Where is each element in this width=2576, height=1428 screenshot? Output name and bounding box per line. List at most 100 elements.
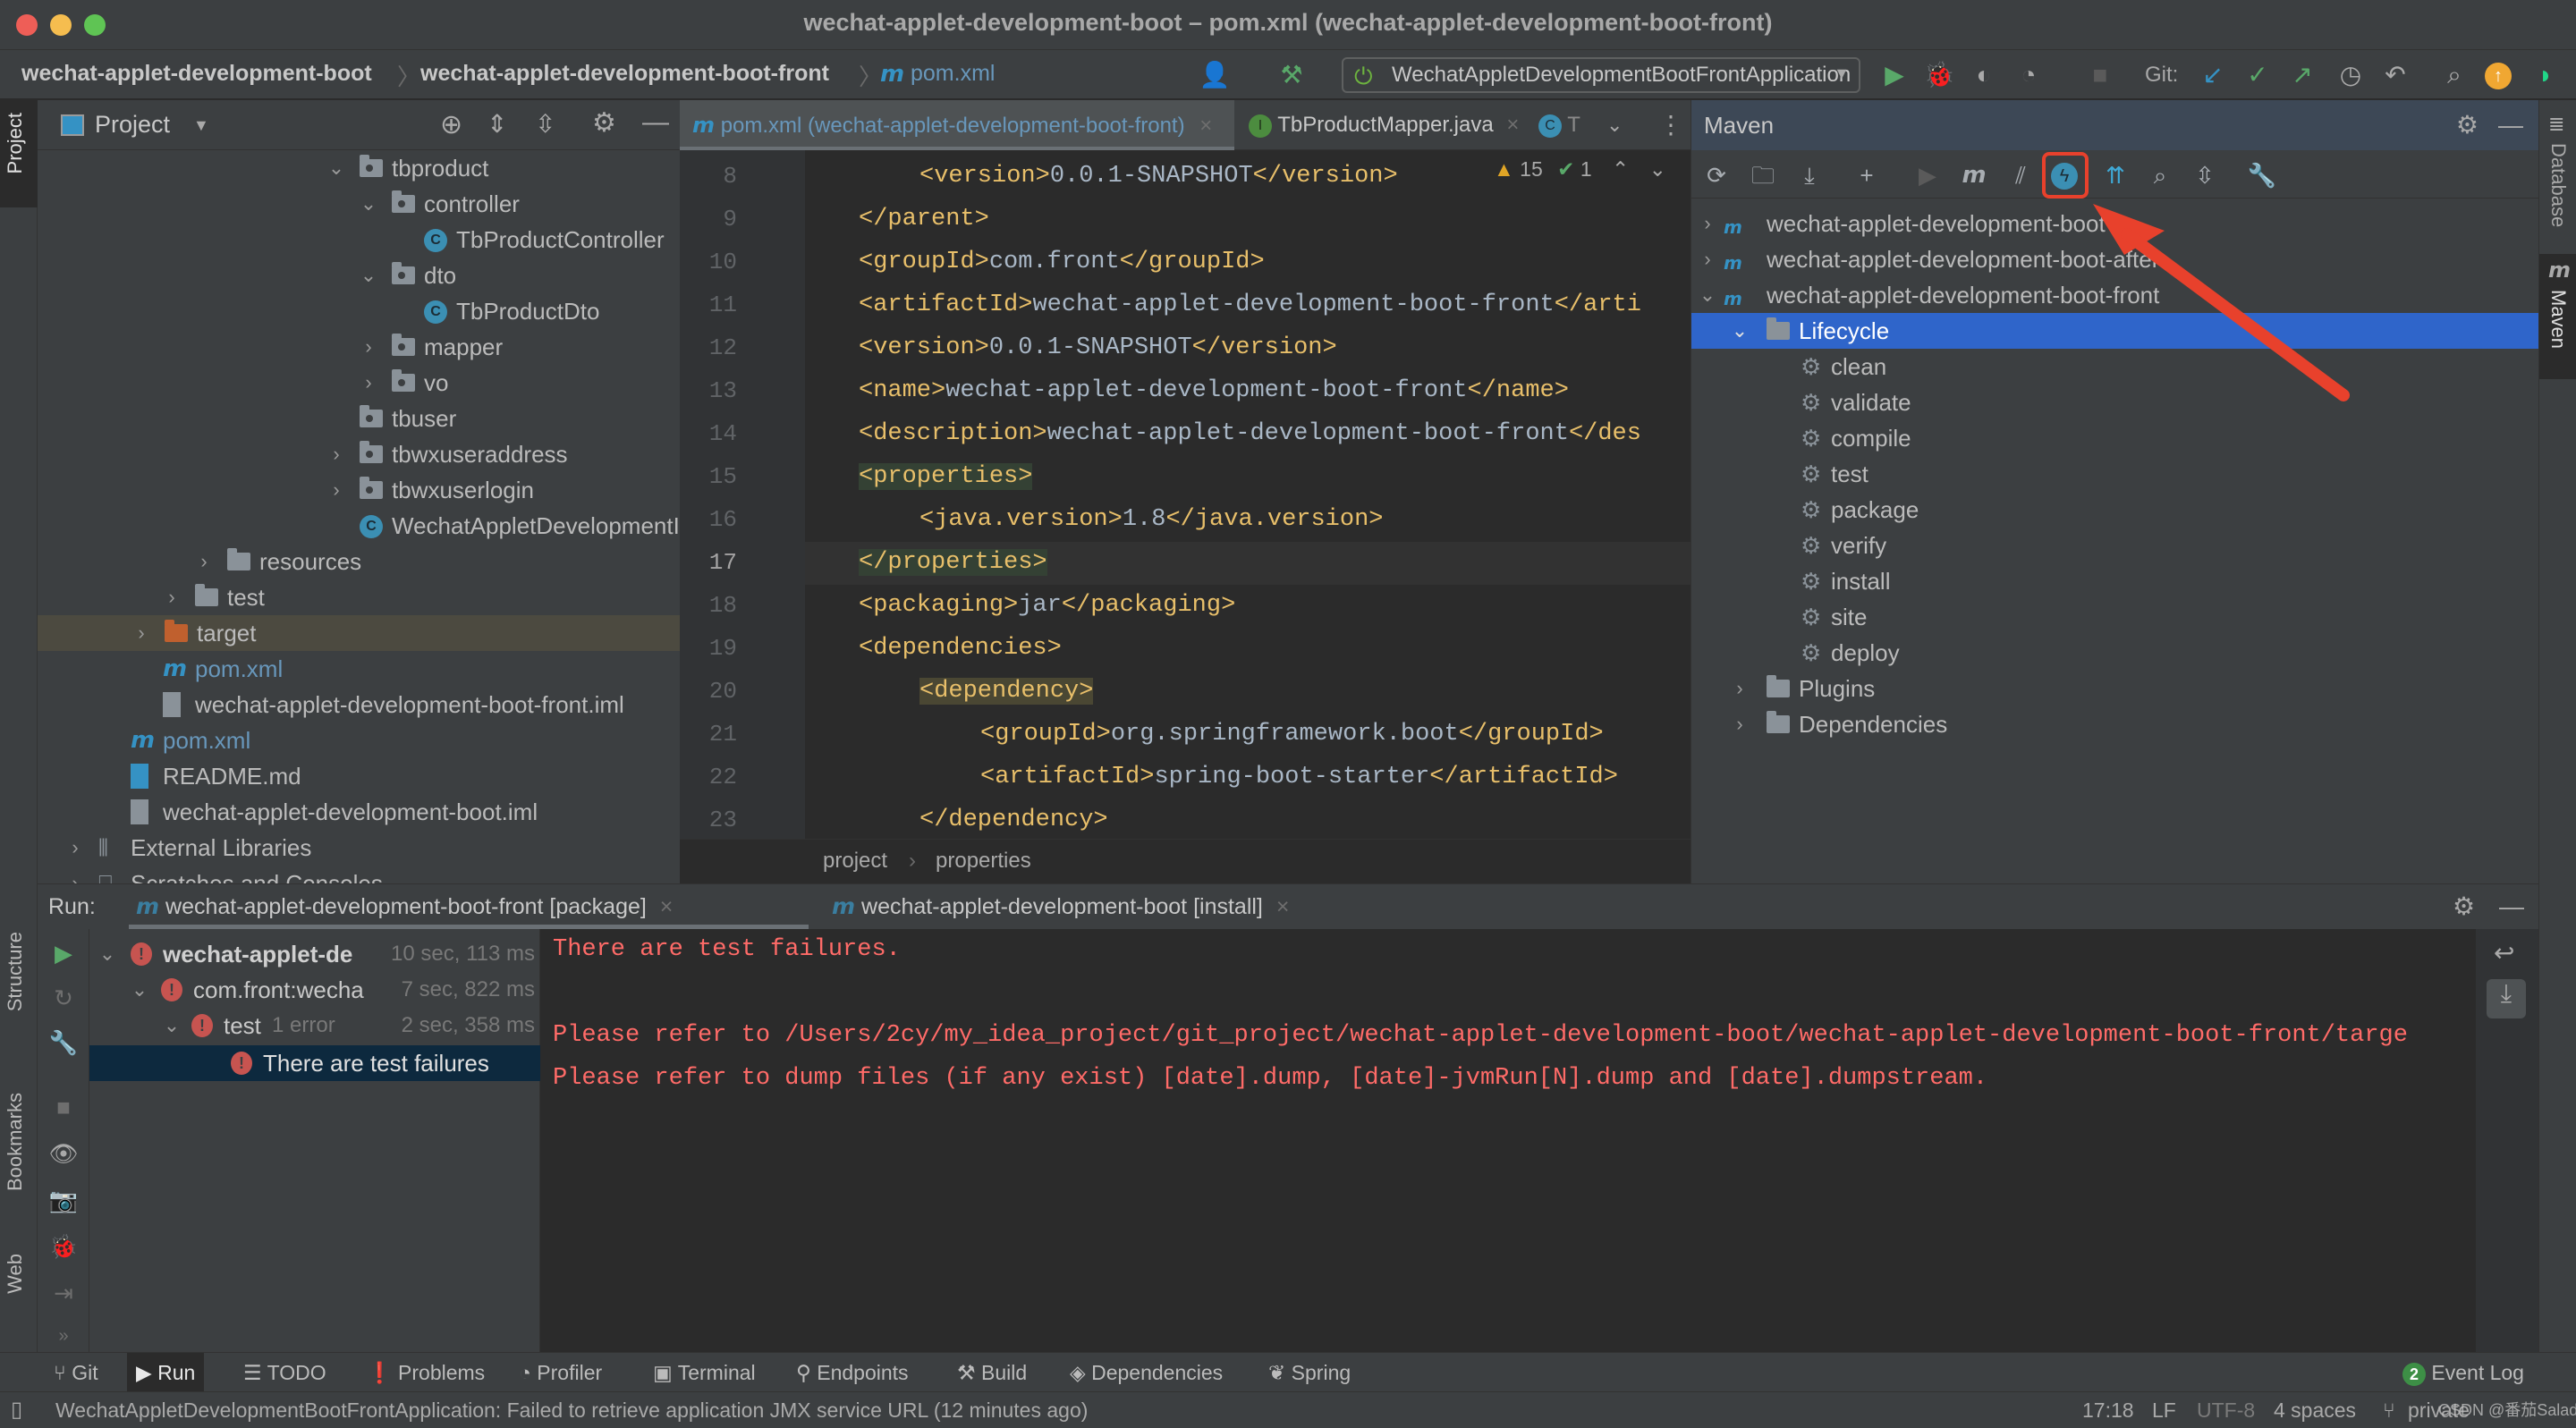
tree-item[interactable]: ⌄ tbproduct [38, 150, 680, 186]
chevron-right-icon[interactable]: › [66, 866, 84, 883]
more-icon[interactable]: » [47, 1319, 80, 1353]
soft-wrap-icon[interactable]: ↩ [2494, 938, 2514, 967]
add-icon[interactable]: + [1851, 159, 1883, 191]
tree-item[interactable]: C TbProductController [38, 222, 680, 258]
maven-goal-item[interactable]: ⚙ package [1691, 492, 2539, 528]
run-tree-row[interactable]: ⌄ ! test 1 error 2 sec, 358 ms [89, 1008, 540, 1044]
more-options-icon[interactable]: ⋮ [1658, 100, 1683, 150]
chevron-down-icon[interactable]: ⌄ [327, 150, 345, 186]
tree-item[interactable]: m pom.xml [38, 722, 680, 758]
build-hammer-icon[interactable]: ⚒ [1275, 61, 1308, 89]
rerun-icon[interactable]: ▶ [47, 936, 80, 970]
tree-item[interactable]: › tbwxuserlogin [38, 472, 680, 508]
chevron-down-icon[interactable]: ⌄ [1731, 313, 1749, 349]
chevron-right-icon[interactable]: › [163, 579, 181, 615]
code-area[interactable]: <version>0.0.1-SNAPSHOT</version> </paren… [805, 150, 1690, 839]
run-icon[interactable]: ▶ [1911, 159, 1944, 191]
tree-item[interactable]: tbuser [38, 401, 680, 436]
debug-export-icon[interactable]: 🐞 [47, 1229, 80, 1263]
expand-all-icon[interactable]: ⇕ [487, 109, 507, 139]
camera-icon[interactable]: 📷 [47, 1183, 80, 1217]
run-with-coverage-icon[interactable]: ◐ [1968, 61, 2000, 89]
run-icon[interactable]: ▶ [1878, 61, 1911, 89]
close-tab-icon[interactable]: × [1199, 114, 1212, 138]
debug-icon[interactable]: 🐞 [1923, 61, 1955, 89]
breadcrumb-module[interactable]: wechat-applet-development-boot-front [420, 61, 829, 87]
tool-window-profiler[interactable]: ◔ Profiler [510, 1353, 611, 1392]
chevron-right-icon[interactable]: › [1731, 706, 1749, 742]
close-tab-icon[interactable]: × [1276, 894, 1290, 919]
git-update-icon[interactable]: ↙ [2197, 61, 2229, 89]
hide-panel-icon[interactable]: — [2498, 100, 2523, 150]
gear-icon[interactable]: ⚙ [2453, 884, 2475, 929]
wrench-icon[interactable]: 🔧 [47, 1026, 80, 1060]
maven-lifecycle-item[interactable]: ⌄ Lifecycle [1691, 313, 2539, 349]
caret-position[interactable]: 17:18 [2082, 1392, 2134, 1428]
maven-goal-item[interactable]: ⚙ install [1691, 563, 2539, 599]
run-configuration-select[interactable]: ⏻ WechatAppletDevelopmentBootFrontApplic… [1342, 57, 1860, 93]
tree-item[interactable]: wechat-applet-development-boot.iml [38, 794, 680, 830]
maven-plugins-item[interactable]: › Plugins [1691, 671, 2539, 706]
hide-panel-icon[interactable]: — [2499, 884, 2524, 929]
tabs-dropdown-icon[interactable]: ⌄ [1606, 100, 1623, 150]
web-tool-tab[interactable]: Web [4, 1254, 27, 1294]
tree-item[interactable]: › ⌸ Scratches and Consoles [38, 866, 680, 883]
chevron-right-icon[interactable]: › [1699, 206, 1716, 241]
tool-window-git[interactable]: ⑂ Git [45, 1353, 107, 1392]
tree-item[interactable]: ⌄ dto [38, 258, 680, 293]
chevron-right-icon[interactable]: › [195, 544, 213, 579]
chevron-right-icon[interactable]: › [1731, 671, 1749, 706]
bookmarks-tool-tab[interactable]: Bookmarks [4, 1093, 27, 1191]
gear-icon[interactable]: ⚙ [592, 107, 616, 139]
tree-item[interactable]: › target [38, 615, 680, 651]
collapse-all-icon[interactable]: ⇳ [535, 109, 555, 139]
chevron-down-icon[interactable]: ⌄ [360, 258, 377, 293]
history-icon[interactable]: ◷ [2334, 61, 2367, 89]
run-tree-row[interactable]: ⌄ ! wechat-applet-de 10 sec, 113 ms [89, 936, 540, 972]
inspection-widget[interactable]: ▲ 15 ✔ 1 ⌃ ⌄ [1494, 157, 1666, 182]
chevron-right-icon[interactable]: › [360, 329, 377, 365]
chevron-right-icon[interactable]: › [327, 472, 345, 508]
stop-icon[interactable]: ■ [2084, 61, 2116, 89]
tree-item[interactable]: C WechatAppletDevelopmentI [38, 508, 680, 544]
chevron-right-icon[interactable]: › [327, 436, 345, 472]
git-commit-icon[interactable]: ✓ [2241, 61, 2274, 89]
tool-window-problems[interactable]: ❗ Problems [358, 1353, 494, 1392]
maven-goal-item[interactable]: ⚙ test [1691, 456, 2539, 492]
tool-window-terminal[interactable]: ▣ Terminal [644, 1353, 765, 1392]
tree-item[interactable]: ⌄ controller [38, 186, 680, 222]
run-tab-install[interactable]: m wechat-applet-development-boot [instal… [825, 884, 1379, 929]
run-tree-row-selected[interactable]: ! There are test failures [89, 1045, 540, 1081]
generate-sources-icon[interactable]: 🗀 [1747, 159, 1779, 191]
maven-goal-item[interactable]: ⚙ verify [1691, 528, 2539, 563]
maven-dependencies-item[interactable]: › Dependencies [1691, 706, 2539, 742]
breadcrumb-properties[interactable]: properties [936, 840, 1031, 883]
chevron-right-icon[interactable]: › [1699, 241, 1716, 277]
tree-item[interactable]: C TbProductDto [38, 293, 680, 329]
tree-item[interactable]: wechat-applet-development-boot-front.iml [38, 687, 680, 722]
status-message[interactable]: WechatAppletDevelopmentBootFrontApplicat… [55, 1392, 1088, 1428]
tree-item[interactable]: README.md [38, 758, 680, 794]
project-tool-tab[interactable]: Project [0, 100, 38, 207]
maven-project-item[interactable]: › m wechat-applet-development-boot-after [1691, 241, 2539, 277]
tree-item[interactable]: m pom.xml [38, 651, 680, 687]
rollback-icon[interactable]: ↶ [2379, 61, 2411, 89]
breadcrumb-project[interactable]: project [823, 840, 887, 883]
rerun-failed-icon[interactable]: ↻ [47, 981, 80, 1015]
previous-highlight-icon[interactable]: ⌃ [1612, 157, 1629, 181]
chevron-down-icon[interactable]: ▼ [193, 116, 209, 135]
locate-icon[interactable]: ⊕ [440, 109, 462, 140]
tree-item[interactable]: › resources [38, 544, 680, 579]
chevron-down-icon[interactable]: ⌄ [1699, 277, 1716, 313]
profile-icon[interactable]: ◔ [2012, 61, 2045, 89]
search-icon[interactable]: ⌕ [2438, 61, 2470, 89]
hide-panel-icon[interactable]: — [642, 107, 669, 138]
collapse-all-icon[interactable]: ⇳ [2189, 159, 2221, 191]
file-encoding[interactable]: UTF-8 [2197, 1392, 2255, 1428]
chevron-right-icon[interactable]: › [66, 830, 84, 866]
close-tab-icon[interactable]: × [1506, 113, 1519, 137]
chevron-right-icon[interactable]: › [360, 365, 377, 401]
project-view-select[interactable]: Project [95, 111, 170, 139]
tab-pom-xml[interactable]: m pom.xml (wechat-applet-development-boo… [680, 100, 1234, 150]
console-output[interactable]: There are test failures. Please refer to… [540, 929, 2476, 1353]
